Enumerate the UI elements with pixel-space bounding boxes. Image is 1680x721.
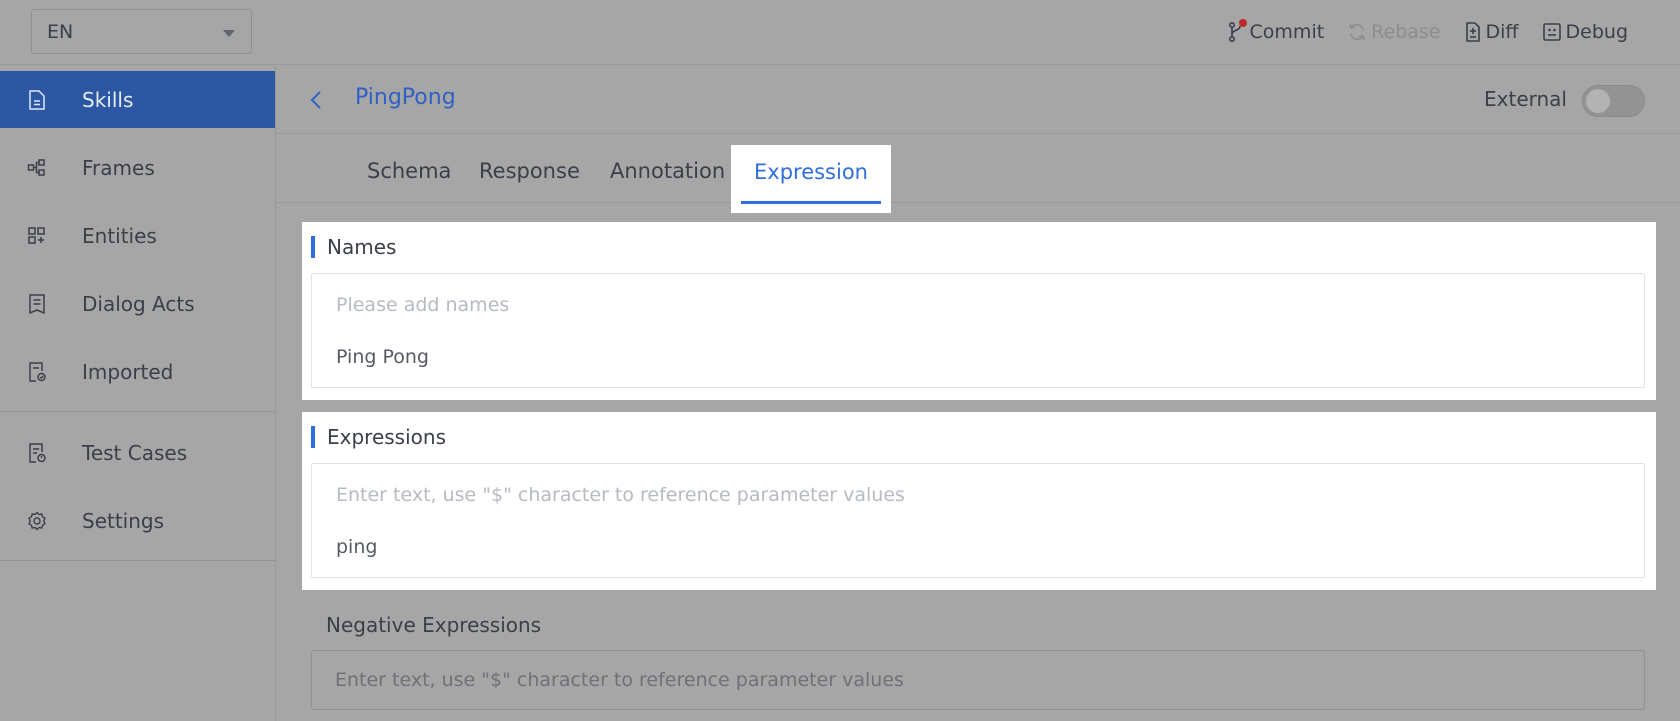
external-toggle[interactable] <box>1582 85 1645 117</box>
negative-expressions-input[interactable] <box>335 665 1615 695</box>
expressions-field: ping <box>311 463 1645 578</box>
sidebar-item-label: Imported <box>82 359 174 384</box>
rebase-label: Rebase <box>1371 21 1441 43</box>
language-select-value: EN <box>47 20 74 43</box>
toggle-knob <box>1586 89 1610 113</box>
language-select[interactable]: EN <box>31 9 252 54</box>
sidebar-item-settings[interactable]: Settings <box>0 492 275 549</box>
debug-label: Debug <box>1565 21 1628 43</box>
imported-icon <box>29 362 46 382</box>
sidebar-item-test-cases[interactable]: Test Cases <box>0 424 275 481</box>
sidebar-item-label: Skills <box>82 87 134 112</box>
active-tab-indicator <box>741 201 881 204</box>
tab-schema[interactable]: Schema <box>367 159 451 183</box>
gear-icon <box>28 511 46 531</box>
back-arrow-icon[interactable] <box>309 89 323 111</box>
frames-icon <box>27 159 45 176</box>
tab-expression[interactable]: Expression <box>731 145 891 213</box>
sidebar-divider <box>0 411 275 412</box>
sidebar-item-frames[interactable]: Frames <box>0 139 275 196</box>
sidebar-item-dialog-acts[interactable]: Dialog Acts <box>0 275 275 332</box>
test-cases-icon <box>29 443 46 463</box>
external-label: External <box>1484 87 1567 111</box>
sidebar-item-label: Dialog Acts <box>82 291 195 316</box>
diff-label: Diff <box>1485 21 1519 43</box>
tab-annotation[interactable]: Annotation <box>610 159 725 183</box>
names-input[interactable] <box>336 290 1616 320</box>
sidebar-item-entities[interactable]: Entities <box>0 207 275 264</box>
chevron-down-icon <box>223 30 235 37</box>
sidebar-item-label: Settings <box>82 508 165 533</box>
names-field: Ping Pong <box>311 273 1645 388</box>
sidebar: Skills Frames Entities Dialog Acts Impor… <box>0 66 276 721</box>
sidebar-item-label: Entities <box>82 223 157 248</box>
page-title: PingPong <box>355 85 456 110</box>
expressions-heading: Expressions <box>311 426 446 448</box>
sidebar-item-imported[interactable]: Imported <box>0 343 275 400</box>
sidebar-item-label: Frames <box>82 155 155 180</box>
dialog-acts-icon <box>29 294 45 315</box>
diff-file-icon <box>1465 22 1480 42</box>
expression-item[interactable]: ping <box>336 536 377 558</box>
commit-label: Commit <box>1249 21 1325 43</box>
tab-expression-label: Expression <box>754 160 868 184</box>
top-bar: EN Commit Rebase Diff Debug <box>0 0 1680 65</box>
tab-bar: Schema Response Annotation Expression <box>277 135 1680 213</box>
page-header: PingPong External <box>277 66 1680 134</box>
commit-notification-dot <box>1238 19 1247 27</box>
diff-button[interactable]: Diff <box>1464 21 1519 43</box>
names-card: Names Ping Pong <box>302 222 1656 400</box>
sidebar-divider <box>0 560 275 561</box>
entities-icon <box>28 227 45 244</box>
expressions-card: Expressions ping <box>302 412 1656 590</box>
name-tag[interactable]: Ping Pong <box>336 346 429 368</box>
names-heading: Names <box>311 236 396 258</box>
negative-expressions-heading: Negative Expressions <box>326 613 542 637</box>
document-icon <box>29 90 45 110</box>
negative-expressions-field <box>311 650 1645 710</box>
sidebar-item-skills[interactable]: Skills <box>0 71 275 128</box>
refresh-icon <box>1349 23 1365 41</box>
sidebar-item-label: Test Cases <box>82 440 188 465</box>
tab-response[interactable]: Response <box>479 159 580 183</box>
git-branch-icon <box>1227 19 1247 43</box>
debug-icon <box>1542 23 1561 41</box>
toolbar: Commit Rebase Diff Debug <box>1204 15 1628 49</box>
rebase-button[interactable]: Rebase <box>1347 21 1441 43</box>
commit-button[interactable]: Commit <box>1227 19 1325 43</box>
debug-button[interactable]: Debug <box>1542 21 1628 43</box>
expressions-input[interactable] <box>336 480 1616 510</box>
